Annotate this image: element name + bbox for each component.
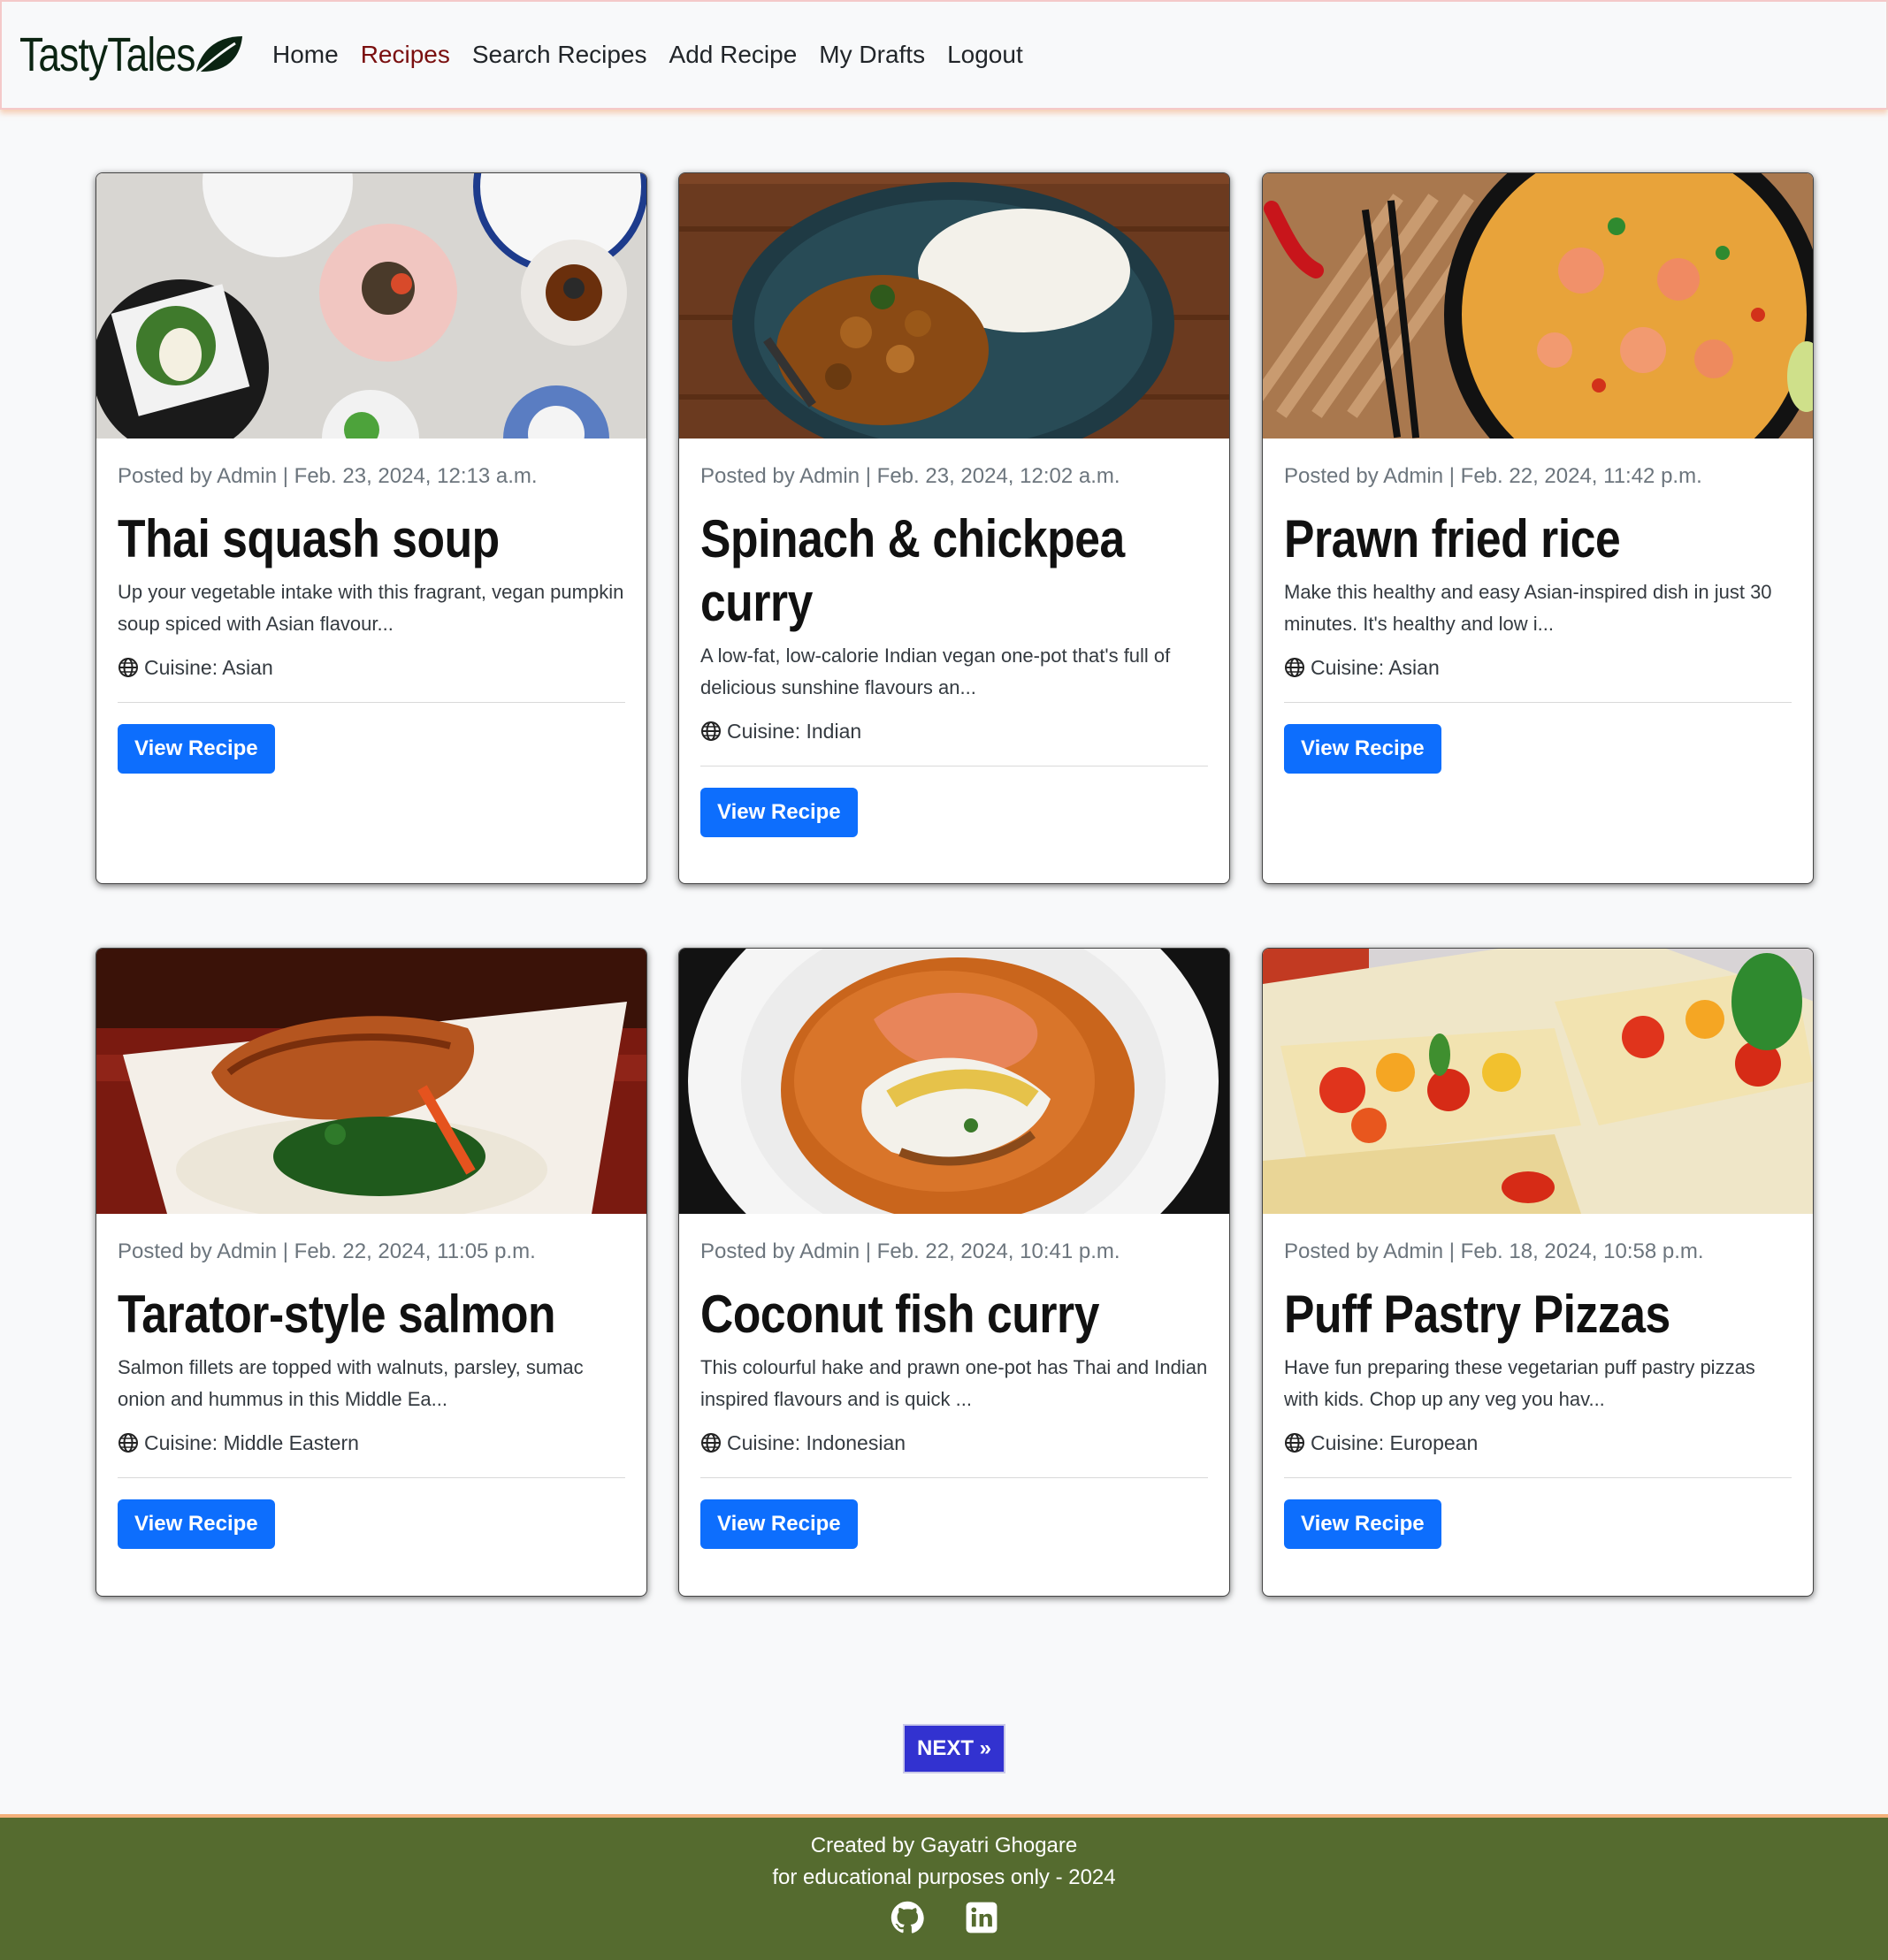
next-page-button[interactable]: NEXT » — [903, 1724, 1005, 1773]
footer-note: for educational purposes only - 2024 — [772, 1865, 1116, 1889]
recipe-meta: Posted by Admin | Feb. 22, 2024, 11:42 p… — [1284, 464, 1702, 488]
nav-my-drafts[interactable]: My Drafts — [819, 41, 925, 69]
recipe-description: Up your vegetable intake with this fragr… — [118, 581, 624, 635]
recipe-image — [96, 949, 646, 1214]
view-recipe-button[interactable]: View Recipe — [700, 1499, 858, 1549]
recipe-image — [679, 173, 1229, 439]
globe-icon — [1285, 658, 1304, 677]
brand-name: TastyTales — [19, 28, 195, 81]
view-recipe-button[interactable]: View Recipe — [118, 724, 275, 774]
recipe-card: Posted by Admin | Feb. 22, 2024, 10:41 p… — [678, 948, 1230, 1597]
recipe-cuisine-text: Cuisine: European — [1311, 1431, 1479, 1454]
recipe-description: A low-fat, low-calorie Indian vegan one-… — [700, 644, 1171, 698]
recipe-cuisine: Cuisine: Asian — [1284, 654, 1792, 681]
footer-social-links — [0, 1901, 1888, 1934]
recipe-description: This colourful hake and prawn one-pot ha… — [700, 1356, 1208, 1410]
recipe-image — [1263, 173, 1813, 439]
globe-icon — [118, 658, 138, 677]
navbar: TastyTales Home Recipes Search Recipes A… — [0, 0, 1888, 110]
view-recipe-button[interactable]: View Recipe — [700, 788, 858, 837]
recipe-title: Tarator-style salmon — [118, 1285, 556, 1344]
recipe-card: Posted by Admin | Feb. 22, 2024, 11:05 p… — [96, 948, 647, 1597]
recipe-cuisine-text: Cuisine: Indian — [727, 720, 862, 743]
recipe-meta: Posted by Admin | Feb. 18, 2024, 10:58 p… — [1284, 1239, 1704, 1263]
leaf-icon — [194, 36, 242, 77]
recipe-cuisine-text: Cuisine: Asian — [144, 656, 273, 679]
divider — [118, 702, 625, 703]
recipe-image — [1263, 949, 1813, 1214]
divider — [1284, 1477, 1792, 1478]
recipe-cuisine: Cuisine: European — [1284, 1430, 1792, 1456]
recipe-cuisine-text: Cuisine: Indonesian — [727, 1431, 906, 1454]
recipe-meta: Posted by Admin | Feb. 22, 2024, 10:41 p… — [700, 1239, 1120, 1263]
recipe-title: Prawn fried rice — [1284, 509, 1621, 568]
globe-icon — [118, 1433, 138, 1453]
divider — [700, 1477, 1208, 1478]
recipe-card: Posted by Admin | Feb. 23, 2024, 12:02 a… — [678, 172, 1230, 884]
recipe-card: Posted by Admin | Feb. 18, 2024, 10:58 p… — [1262, 948, 1814, 1597]
divider — [1284, 702, 1792, 703]
recipe-card: Posted by Admin | Feb. 23, 2024, 12:13 a… — [96, 172, 647, 884]
recipe-description: Have fun preparing these vegetarian puff… — [1284, 1356, 1755, 1410]
nav-recipes[interactable]: Recipes — [361, 41, 450, 69]
divider — [118, 1477, 625, 1478]
nav-add-recipe[interactable]: Add Recipe — [669, 41, 798, 69]
recipe-cuisine-text: Cuisine: Asian — [1311, 656, 1440, 679]
recipe-cuisine: Cuisine: Asian — [118, 654, 625, 681]
recipe-card: Posted by Admin | Feb. 22, 2024, 11:42 p… — [1262, 172, 1814, 884]
nav-links: Home Recipes Search Recipes Add Recipe M… — [272, 41, 1045, 69]
footer: Created by Gayatri Ghogare for education… — [0, 1814, 1888, 1960]
view-recipe-button[interactable]: View Recipe — [1284, 1499, 1441, 1549]
globe-icon — [1285, 1433, 1304, 1453]
nav-search-recipes[interactable]: Search Recipes — [472, 41, 647, 69]
recipe-meta: Posted by Admin | Feb. 23, 2024, 12:02 a… — [700, 464, 1120, 488]
globe-icon — [701, 1433, 721, 1453]
recipe-cuisine-text: Cuisine: Middle Eastern — [144, 1431, 359, 1454]
linkedin-icon[interactable] — [965, 1901, 998, 1934]
recipe-cuisine: Cuisine: Indian — [700, 718, 1208, 744]
recipe-title: Coconut fish curry — [700, 1285, 1099, 1344]
brand-logo[interactable]: TastyTales — [19, 0, 244, 110]
recipe-meta: Posted by Admin | Feb. 23, 2024, 12:13 a… — [118, 464, 538, 488]
recipe-description: Make this healthy and easy Asian-inspire… — [1284, 581, 1772, 635]
recipe-cuisine: Cuisine: Middle Eastern — [118, 1430, 625, 1456]
github-icon[interactable] — [890, 1901, 924, 1934]
recipe-meta: Posted by Admin | Feb. 22, 2024, 11:05 p… — [118, 1239, 536, 1263]
recipe-title: Thai squash soup — [118, 509, 500, 568]
footer-credit: Created by Gayatri Ghogare — [810, 1834, 1078, 1857]
view-recipe-button[interactable]: View Recipe — [118, 1499, 275, 1549]
recipe-cuisine: Cuisine: Indonesian — [700, 1430, 1208, 1456]
recipe-image — [96, 173, 646, 439]
nav-logout[interactable]: Logout — [947, 41, 1023, 69]
recipe-title: Puff Pastry Pizzas — [1284, 1285, 1670, 1344]
recipe-title: Spinach & chickpea curry — [700, 509, 1125, 632]
globe-icon — [701, 721, 721, 741]
nav-home[interactable]: Home — [272, 41, 339, 69]
view-recipe-button[interactable]: View Recipe — [1284, 724, 1441, 774]
recipe-image — [679, 949, 1229, 1214]
recipe-description: Salmon fillets are topped with walnuts, … — [118, 1356, 584, 1410]
